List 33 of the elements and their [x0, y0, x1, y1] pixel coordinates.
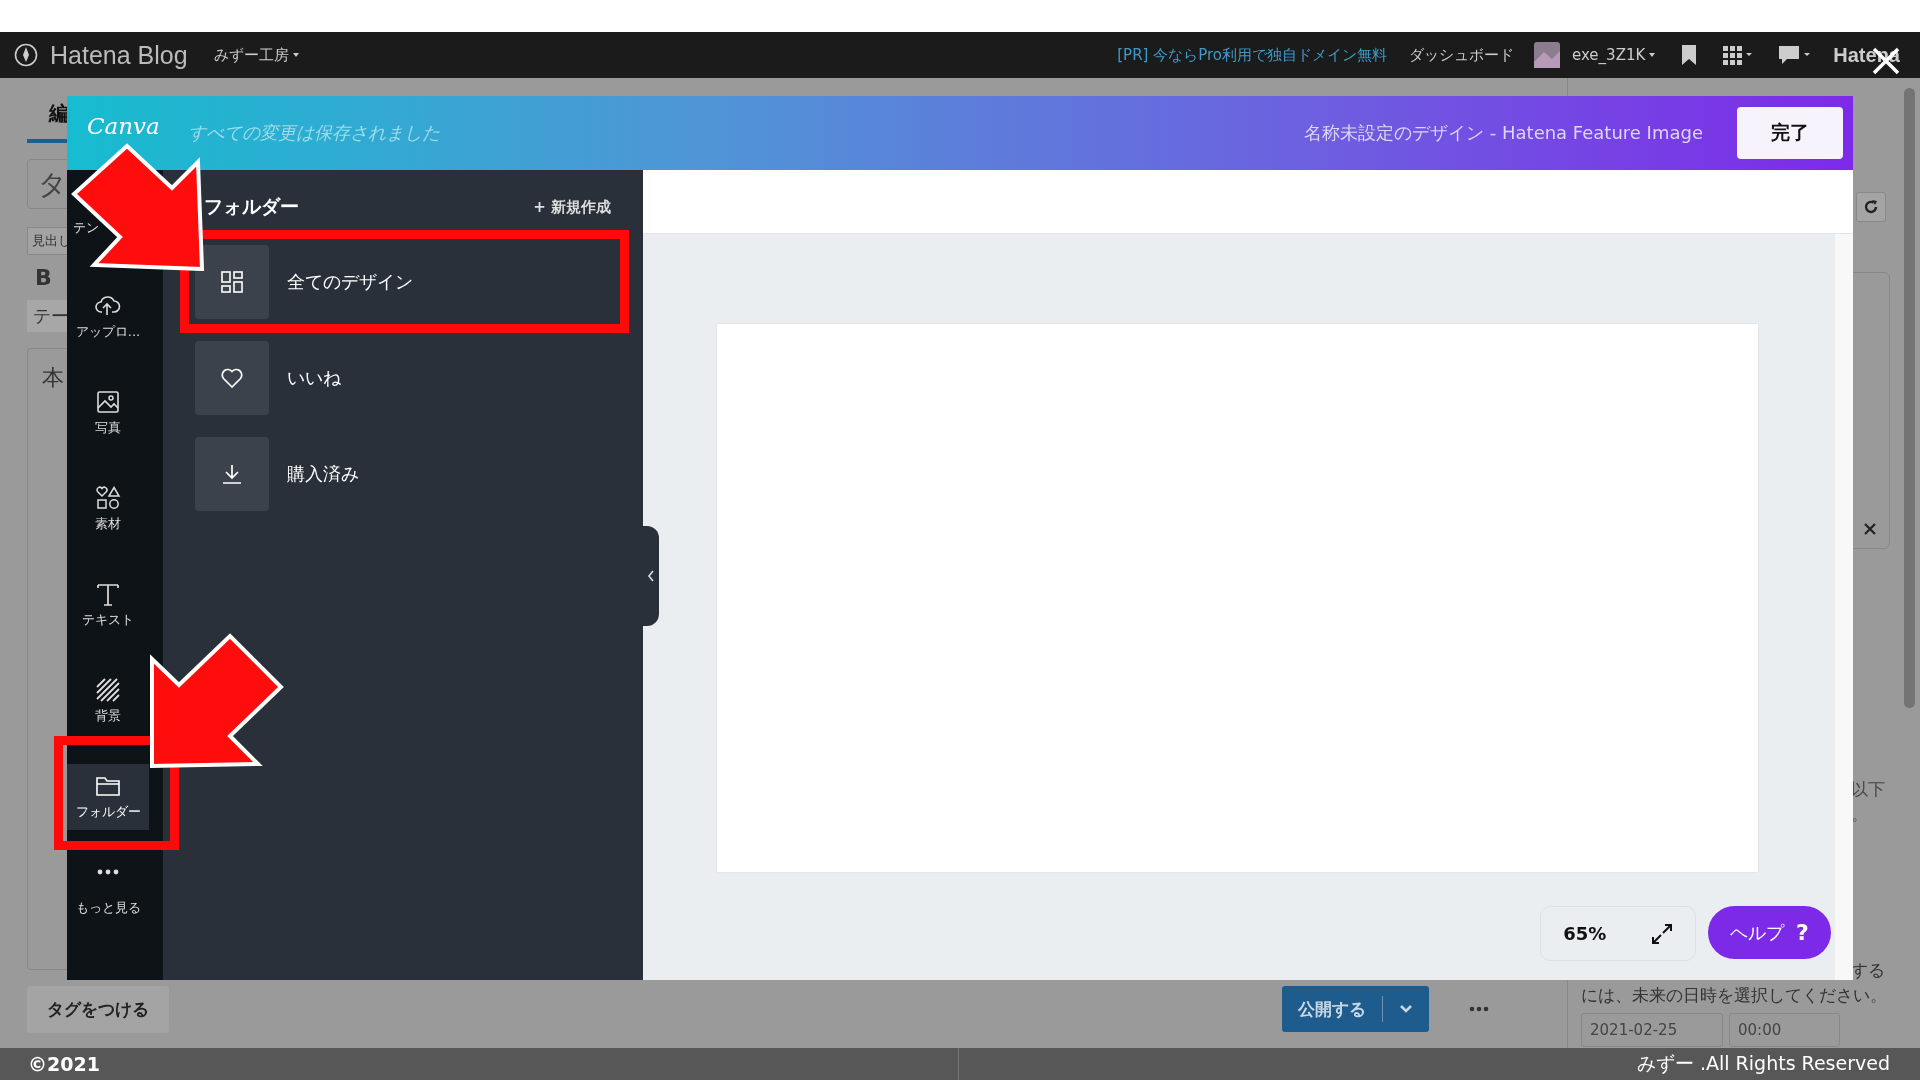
panel-title: フォルダー [204, 194, 299, 219]
user-menu[interactable]: exe_3Z1K [1572, 46, 1656, 64]
dashboard-link[interactable]: ダッシュボード [1409, 45, 1514, 65]
save-status: すべての変更は保存されました [187, 121, 440, 145]
rail-tab[interactable]: テキスト [67, 572, 149, 638]
rail-tab[interactable]: もっと見る [67, 860, 149, 926]
promo-link[interactable]: [PR] 今ならPro利用で独自ドメイン無料 [1117, 45, 1387, 65]
rail-tab[interactable]: アップロ... [67, 284, 149, 350]
copyright-text: ©2021 [27, 1053, 101, 1075]
rail-tab[interactable]: 写真 [67, 380, 149, 446]
date-field[interactable]: 2021-02-25 [1581, 1013, 1723, 1047]
schedule-text: する [1850, 959, 1886, 982]
rail-tab[interactable]: 背景 [67, 668, 149, 734]
note-text: 以下 [1851, 778, 1886, 801]
new-folder-link[interactable]: + 新規作成 [533, 197, 611, 217]
folder-item[interactable]: 全てのデザイン [195, 245, 611, 319]
note-text: 。 [1851, 803, 1869, 826]
time-field[interactable]: 00:00 [1729, 1013, 1840, 1047]
done-button[interactable]: 完了 [1737, 107, 1843, 159]
blog-logo[interactable]: Hatena Blog [50, 40, 188, 70]
folder-item[interactable]: 購入済み [195, 437, 611, 511]
publish-button[interactable]: 公開する [1282, 986, 1429, 1032]
rights-text: みずー .All Rights Reserved [1636, 1051, 1891, 1076]
rail-tab[interactable]: 素材 [67, 476, 149, 542]
blog-menu[interactable]: みずー工房 [213, 45, 299, 65]
zoom-level[interactable]: 65% [1563, 923, 1607, 944]
rail-tab[interactable]: フォルダー [67, 764, 149, 830]
rail-tab[interactable]: テン [73, 218, 99, 238]
help-button[interactable]: ヘルプ ? [1708, 906, 1831, 959]
design-title: 名称未設定のデザイン - Hatena Feature Image [1304, 121, 1703, 145]
schedule-text: には、未来の日時を選択してください。 [1581, 984, 1888, 1007]
tag-button[interactable]: タグをつける [27, 985, 169, 1033]
folder-item[interactable]: いいね [195, 341, 611, 415]
